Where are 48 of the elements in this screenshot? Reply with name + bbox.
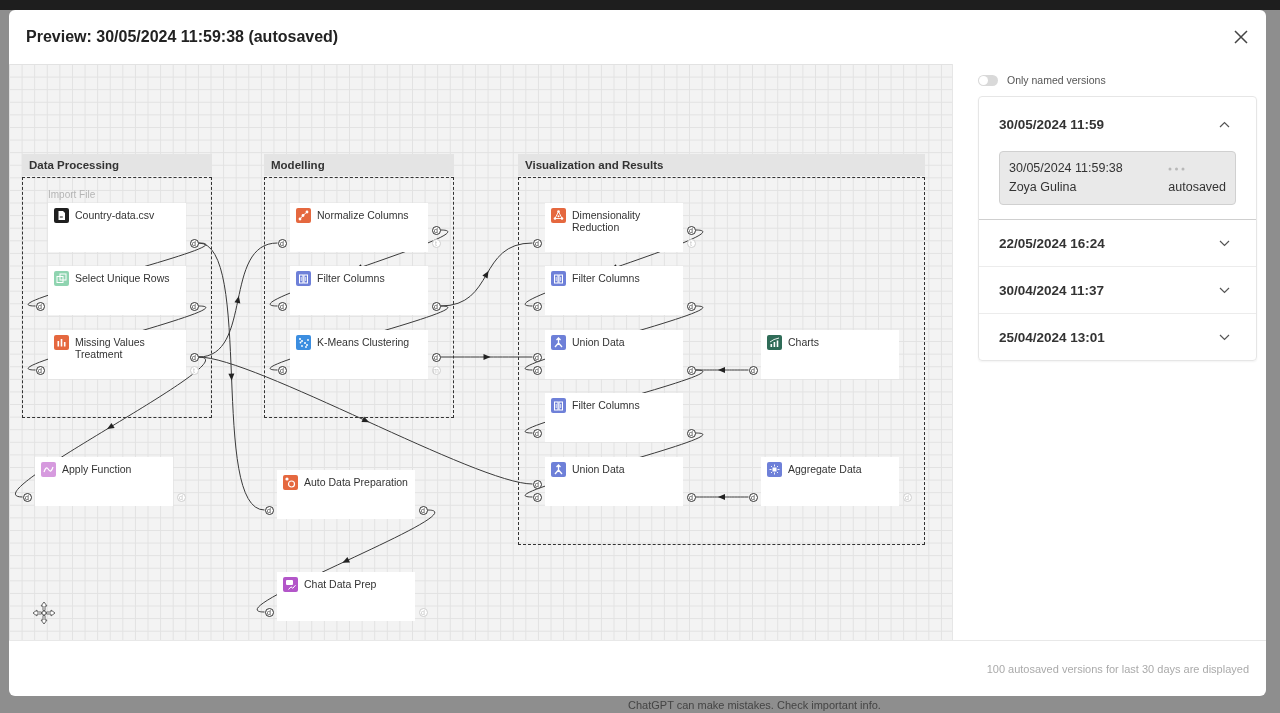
node-label: Dimensionality Reduction [572,208,642,233]
node-label: K-Means Clustering [317,335,411,348]
group-title: Visualization and Results [518,154,925,176]
node-caption: Import File [48,189,96,201]
chat-icon [283,577,298,592]
sun-icon [767,462,782,477]
node-label: Union Data [572,335,626,348]
node-label: Filter Columns [317,271,386,284]
node-label: Filter Columns [572,398,641,411]
bars-icon [54,335,69,350]
dialog-title: Preview: 30/05/2024 11:59:38 (autosaved) [26,28,339,46]
merge-icon [551,462,566,477]
wave-icon [41,462,56,477]
version-group-header[interactable]: 22/05/2024 16:24 [979,220,1256,266]
version-group-header[interactable]: 25/04/2024 13:01 [979,314,1256,360]
columns-icon [551,398,566,413]
scatter-icon [296,208,311,223]
node-label: Filter Columns [572,271,641,284]
node-label: Union Data [572,462,626,475]
version-status: autosaved [1168,179,1226,196]
version-item[interactable]: 30/05/2024 11:59:38 Zoya Gulina autosaved [999,151,1236,205]
close-icon [1234,30,1248,44]
dots-icon [296,335,311,350]
document-icon [54,208,69,223]
node-label: Normalize Columns [317,208,410,221]
node-label: Chat Data Prep [304,577,378,590]
group-title: Modelling [264,154,454,176]
columns-icon [551,271,566,286]
footer-note: 100 autosaved versions for last 30 days are displayed [986,662,1249,675]
move-icon[interactable] [32,601,56,625]
node-label: Apply Function [62,462,133,475]
squares-icon [54,271,69,286]
node-label: Select Unique Rows [75,271,171,284]
columns-icon [296,271,311,286]
version-timestamp: 30/05/2024 11:59:38 [1009,160,1124,177]
group-title: Data Processing [22,154,212,176]
backdrop-text: ChatGPT can make mistakes. Check important info. [628,698,881,711]
toggle-label: Only named versions [1007,74,1106,86]
node-label: Missing Values Treatment [75,335,146,360]
node-label: Aggregate Data [788,462,863,475]
node-label: Country-data.csv [75,208,156,221]
chart-icon [767,335,782,350]
merge-icon [551,335,566,350]
version-group-header[interactable]: 30/05/2024 11:59 [979,101,1256,147]
version-author: Zoya Gulina [1009,179,1078,196]
toggle-switch[interactable] [978,74,998,86]
version-group-header[interactable]: 30/04/2024 11:37 [979,267,1256,313]
node-label: Charts [788,335,820,348]
